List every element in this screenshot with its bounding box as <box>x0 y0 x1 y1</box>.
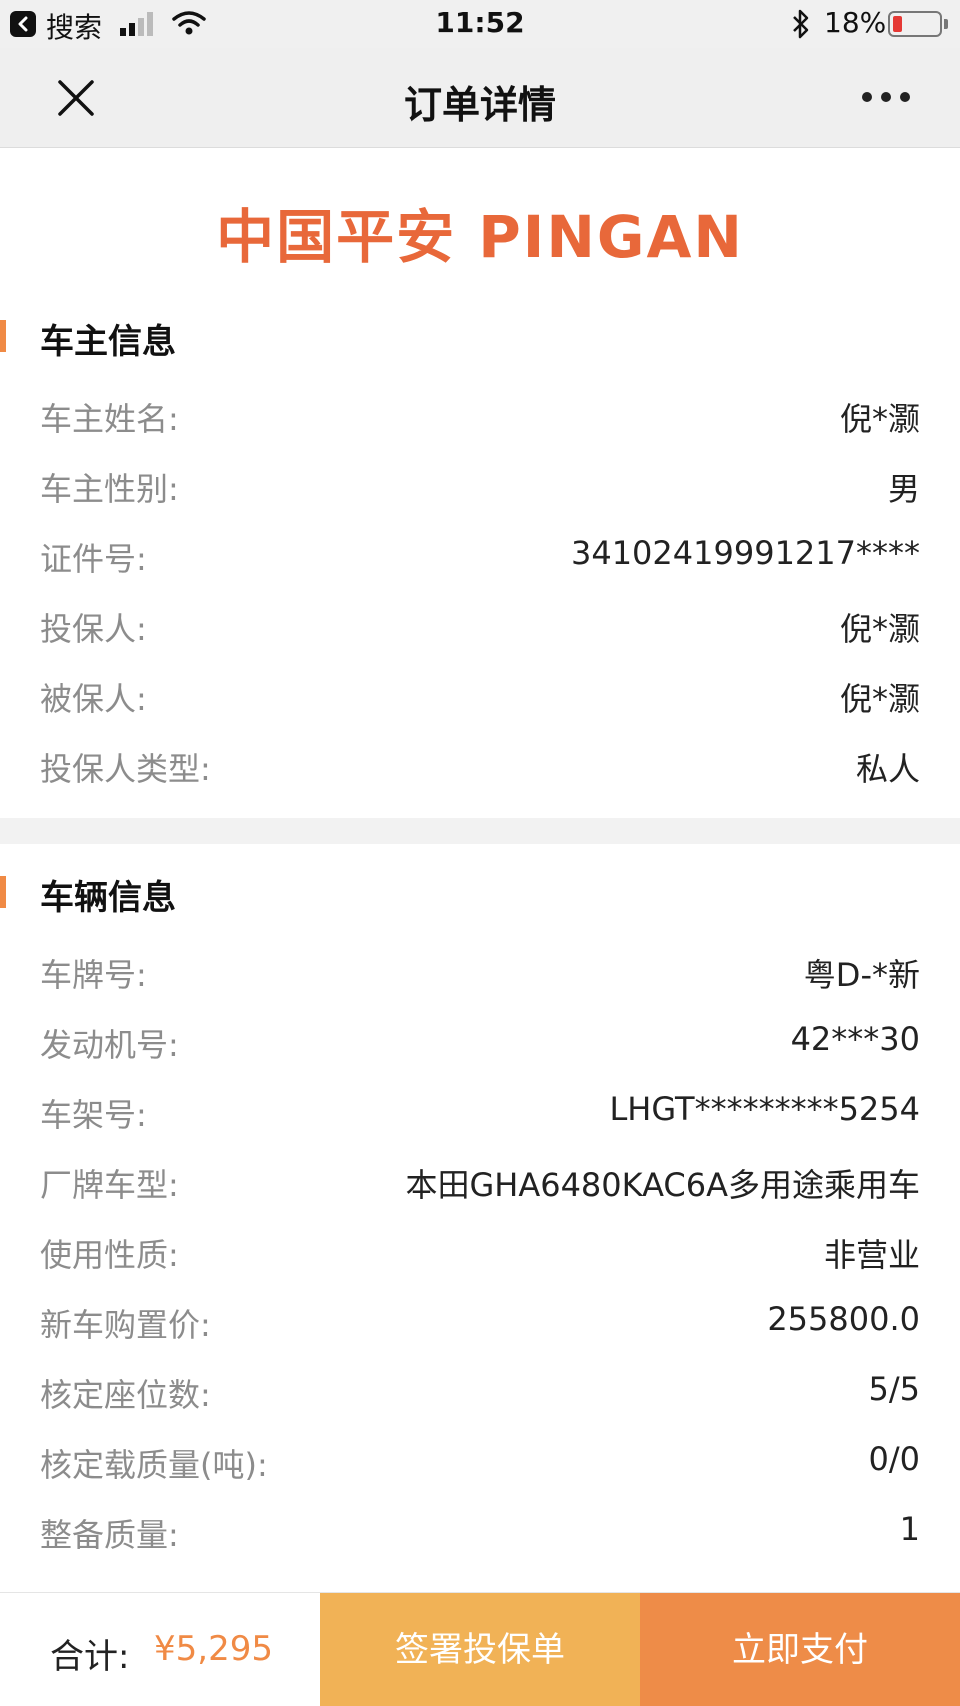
section-accent-bar <box>0 320 6 352</box>
row-label: 证件号: <box>40 540 147 578</box>
row-value: 私人 <box>855 750 920 788</box>
row-value: 倪*灏 <box>839 610 920 648</box>
status-time: 11:52 <box>435 6 525 39</box>
row-value: 0/0 <box>868 1440 921 1478</box>
row-label: 核定载质量(吨): <box>40 1446 268 1484</box>
row-label: 新车购置价: <box>40 1306 211 1344</box>
owner-row-policyholder: 投保人: 倪*灏 <box>0 604 960 664</box>
row-label: 整备质量: <box>40 1516 179 1554</box>
row-label: 投保人类型: <box>40 750 211 788</box>
pingan-logo: 中国平安 PINGAN <box>0 190 960 271</box>
row-label: 发动机号: <box>40 1026 179 1064</box>
row-label: 车架号: <box>40 1096 147 1134</box>
row-value: 5/5 <box>868 1370 921 1408</box>
row-label: 车主性别: <box>40 470 179 508</box>
section-accent-bar <box>0 876 6 908</box>
owner-row-name: 车主姓名: 倪*灏 <box>0 394 960 454</box>
row-value: 男 <box>887 470 920 508</box>
battery-percent: 18% <box>824 6 887 39</box>
owner-section-title: 车主信息 <box>40 322 176 362</box>
row-value: 非营业 <box>823 1236 920 1274</box>
vehicle-row-plate: 车牌号: 粤D-*新 <box>0 950 960 1010</box>
row-label: 厂牌车型: <box>40 1166 179 1204</box>
vehicle-row-load: 核定载质量(吨): 0/0 <box>0 1440 960 1500</box>
row-label: 被保人: <box>40 680 147 718</box>
section-divider <box>0 818 960 844</box>
row-value: LHGT*********5254 <box>609 1090 920 1128</box>
vehicle-row-curb-weight: 整备质量: 1 <box>0 1510 960 1570</box>
row-label: 使用性质: <box>40 1236 179 1274</box>
bottom-bar: 合计: ¥5,295 签署投保单 立即支付 <box>0 1592 960 1706</box>
row-label: 车牌号: <box>40 956 147 994</box>
vehicle-row-engine-number: 发动机号: 42***30 <box>0 1020 960 1080</box>
battery-icon <box>888 11 942 37</box>
page-title: 订单详情 <box>403 83 556 127</box>
total-amount: ¥5,295 <box>154 1629 273 1669</box>
vehicle-row-new-price: 新车购置价: 255800.0 <box>0 1300 960 1360</box>
battery-tip <box>944 19 948 29</box>
row-value: 倪*灏 <box>839 680 920 718</box>
row-value: 255800.0 <box>767 1300 920 1338</box>
owner-row-id-number: 证件号: 34102419991217**** <box>0 534 960 594</box>
total-label: 合计: <box>50 1637 130 1677</box>
row-value: 34102419991217**** <box>570 534 920 572</box>
nav-bar: 订单详情 <box>0 48 960 148</box>
row-value: 倪*灏 <box>839 400 920 438</box>
row-label: 投保人: <box>40 610 147 648</box>
vehicle-row-vin: 车架号: LHGT*********5254 <box>0 1090 960 1150</box>
status-bar: 搜索 11:52 18% <box>0 0 960 48</box>
sign-policy-button[interactable]: 签署投保单 <box>320 1593 640 1706</box>
vehicle-row-usage: 使用性质: 非营业 <box>0 1230 960 1290</box>
row-label: 车主姓名: <box>40 400 179 438</box>
vehicle-row-model: 厂牌车型: 本田GHA6480KAC6A多用途乘用车 <box>0 1160 960 1220</box>
row-value: 1 <box>899 1510 920 1548</box>
row-value: 粤D-*新 <box>803 956 920 994</box>
vehicle-row-seats: 核定座位数: 5/5 <box>0 1370 960 1430</box>
pay-now-button[interactable]: 立即支付 <box>640 1593 960 1706</box>
row-value: 42***30 <box>790 1020 920 1058</box>
vehicle-section-title: 车辆信息 <box>40 878 176 918</box>
bluetooth-icon <box>793 9 809 39</box>
row-value: 本田GHA6480KAC6A多用途乘用车 <box>405 1166 920 1204</box>
owner-row-gender: 车主性别: 男 <box>0 464 960 524</box>
logo-text: 中国平安 PINGAN <box>216 203 744 271</box>
row-label: 核定座位数: <box>40 1376 211 1414</box>
more-icon[interactable] <box>860 92 912 104</box>
owner-row-policyholder-type: 投保人类型: 私人 <box>0 744 960 804</box>
owner-row-insured: 被保人: 倪*灏 <box>0 674 960 734</box>
